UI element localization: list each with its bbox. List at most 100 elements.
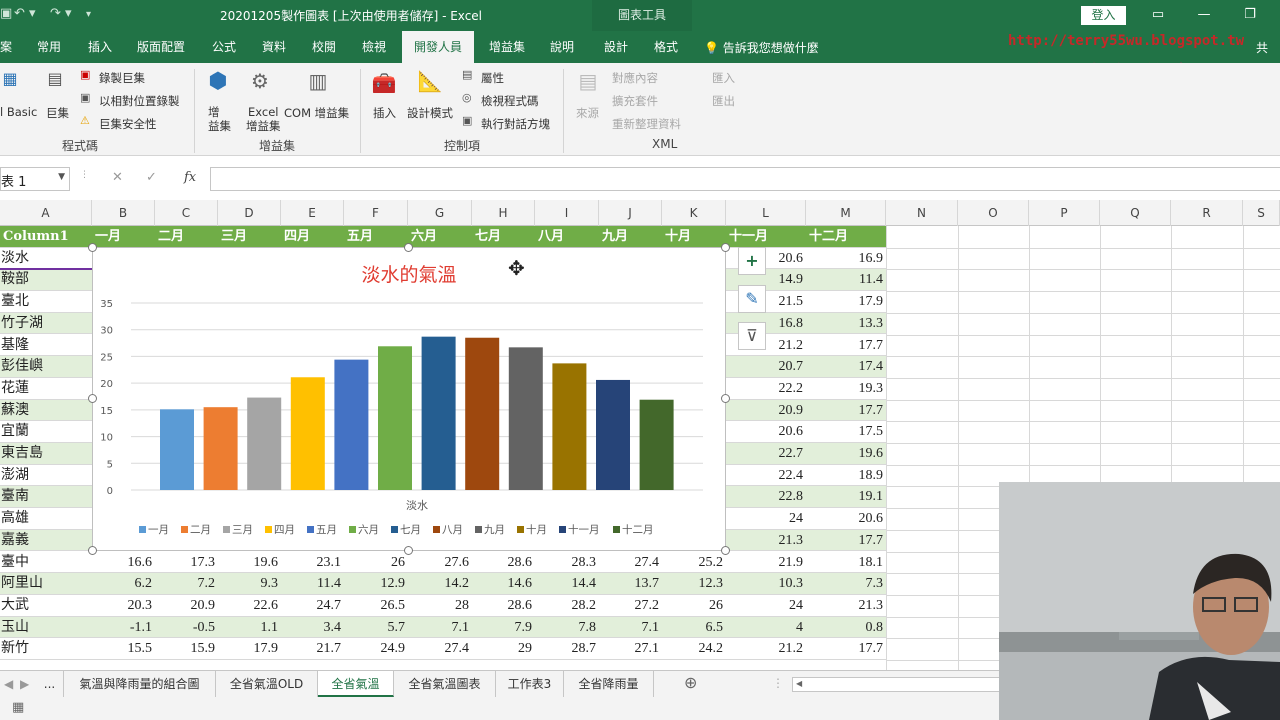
value-cell[interactable]: 18.9 <box>806 465 886 486</box>
tab-view[interactable]: 檢視 <box>352 31 396 63</box>
value-cell[interactable]: 11.4 <box>806 269 886 290</box>
value-cell[interactable]: 17.9 <box>218 638 281 659</box>
minimize-icon[interactable]: — <box>1192 5 1216 25</box>
value-cell[interactable]: 21.2 <box>726 638 806 659</box>
value-cell[interactable]: 22.7 <box>726 443 806 464</box>
table-header-cell[interactable]: 三月 <box>218 226 281 247</box>
value-cell[interactable]: 20.7 <box>726 356 806 377</box>
column-header[interactable]: N <box>886 200 958 226</box>
value-cell[interactable]: 10.3 <box>726 573 806 594</box>
scroll-left-icon[interactable]: ◀ <box>4 677 13 691</box>
com-addins-button[interactable]: COM 增益集 <box>284 105 349 121</box>
sheet-tab[interactable]: 全省氣溫OLD <box>216 671 318 697</box>
sheet-tab-more[interactable]: ... <box>36 671 64 697</box>
value-cell[interactable]: 17.3 <box>155 552 218 573</box>
value-cell[interactable]: 17.4 <box>806 356 886 377</box>
station-name-cell[interactable]: 高雄 <box>1 508 91 529</box>
record-macro-button[interactable]: 錄製巨集 <box>99 70 145 86</box>
column-header[interactable]: B <box>92 200 155 226</box>
value-cell[interactable]: 14.2 <box>408 573 472 594</box>
station-name-cell[interactable]: 嘉義 <box>1 530 91 551</box>
macro-security-button[interactable]: 巨集安全性 <box>99 116 157 132</box>
column-header[interactable]: G <box>408 200 472 226</box>
macros-button[interactable]: 巨集 <box>46 105 69 121</box>
value-cell[interactable]: 28.3 <box>535 552 599 573</box>
column-header[interactable]: D <box>218 200 281 226</box>
value-cell[interactable]: 22.2 <box>726 378 806 399</box>
tab-file[interactable]: 案 <box>0 31 12 63</box>
value-cell[interactable]: 15.9 <box>155 638 218 659</box>
station-name-cell[interactable]: 阿里山 <box>1 573 91 594</box>
value-cell[interactable]: 27.6 <box>408 552 472 573</box>
table-header-cell[interactable]: 九月 <box>599 226 662 247</box>
table-header-cell[interactable]: 二月 <box>155 226 218 247</box>
share-button[interactable]: 共 <box>1256 39 1268 56</box>
chart-title[interactable]: 淡水的氣溫 <box>361 264 456 286</box>
value-cell[interactable]: 17.7 <box>806 400 886 421</box>
value-cell[interactable]: 14.6 <box>472 573 535 594</box>
sheet-tab[interactable]: 工作表3 <box>496 671 564 697</box>
split-handle-icon[interactable]: ⋮ <box>772 676 784 690</box>
visual-basic-button[interactable]: l Basic <box>0 105 37 119</box>
bar-9[interactable] <box>508 347 543 490</box>
value-cell[interactable]: 19.1 <box>806 486 886 507</box>
sheet-tab-active[interactable]: 全省氣溫 <box>318 671 394 697</box>
redo-icon[interactable]: ↷ ▾ <box>50 6 72 21</box>
name-box[interactable]: 表 1 ▼ <box>0 167 70 191</box>
column-header[interactable]: A <box>0 200 92 226</box>
value-cell[interactable]: 19.3 <box>806 378 886 399</box>
enter-icon[interactable]: ✓ <box>146 170 157 185</box>
value-cell[interactable]: 4 <box>726 617 806 638</box>
value-cell[interactable]: 16.6 <box>92 552 155 573</box>
station-name-cell[interactable]: 彭佳嶼 <box>1 356 91 377</box>
value-cell[interactable]: 20.9 <box>155 595 218 616</box>
value-cell[interactable]: 24.7 <box>281 595 344 616</box>
value-cell[interactable]: 12.9 <box>344 573 408 594</box>
station-name-cell[interactable]: 臺中 <box>1 552 91 573</box>
customize-qat-icon[interactable]: ▾ <box>86 9 91 20</box>
value-cell[interactable]: 23.1 <box>281 552 344 573</box>
horizontal-scrollbar[interactable]: ◀ <box>792 677 1000 692</box>
table-header-cell[interactable]: 十二月 <box>806 226 886 247</box>
bar-3[interactable] <box>247 397 282 490</box>
value-cell[interactable]: 16.9 <box>806 248 886 269</box>
column-header[interactable]: R <box>1171 200 1243 226</box>
view-code-button[interactable]: 檢視程式碼 <box>481 93 539 109</box>
value-cell[interactable]: 7.1 <box>408 617 472 638</box>
value-cell[interactable]: 21.3 <box>806 595 886 616</box>
value-cell[interactable]: 26 <box>344 552 408 573</box>
value-cell[interactable]: 17.7 <box>806 335 886 356</box>
ribbon-display-icon[interactable]: ▭ <box>1146 5 1170 25</box>
value-cell[interactable]: 20.9 <box>726 400 806 421</box>
sheet-tab[interactable]: 氣溫與降雨量的組合圖 <box>64 671 216 697</box>
bar-5[interactable] <box>334 359 369 490</box>
value-cell[interactable]: 19.6 <box>218 552 281 573</box>
signin-button[interactable]: 登入 <box>1081 6 1126 25</box>
value-cell[interactable]: 28 <box>408 595 472 616</box>
station-name-cell[interactable]: 臺南 <box>1 486 91 507</box>
value-cell[interactable]: 9.3 <box>218 573 281 594</box>
column-header[interactable]: M <box>806 200 886 226</box>
value-cell[interactable]: 27.4 <box>599 552 662 573</box>
value-cell[interactable]: 7.1 <box>599 617 662 638</box>
value-cell[interactable]: 12.3 <box>662 573 726 594</box>
value-cell[interactable]: 6.2 <box>92 573 155 594</box>
chart-elements-icon[interactable]: + <box>738 247 766 275</box>
chart[interactable]: 淡水的氣溫 0 5 10 15 20 25 30 35 淡水 一月 二月 三月 四月 五月 六月 七月 八月… <box>92 247 726 551</box>
column-header[interactable]: E <box>281 200 344 226</box>
tab-format[interactable]: 格式 <box>644 31 688 63</box>
tab-developer[interactable]: 開發人員 <box>402 31 474 63</box>
station-name-cell[interactable]: 宜蘭 <box>1 421 91 442</box>
value-cell[interactable]: 27.4 <box>408 638 472 659</box>
import-button[interactable]: 匯入 <box>712 70 735 86</box>
value-cell[interactable]: 29 <box>472 638 535 659</box>
value-cell[interactable]: 21.9 <box>726 552 806 573</box>
table-header-cell[interactable]: 一月 <box>92 226 155 247</box>
value-cell[interactable]: 20.6 <box>806 508 886 529</box>
table-header-cell[interactable]: 六月 <box>408 226 472 247</box>
tell-me-box[interactable]: 💡 告訴我您想做什麼 <box>704 39 819 56</box>
chart-filter-icon[interactable]: ⊽ <box>738 322 766 350</box>
column-header[interactable]: H <box>472 200 535 226</box>
chart-styles-brush-icon[interactable]: ✎ <box>738 285 766 313</box>
value-cell[interactable]: 6.5 <box>662 617 726 638</box>
